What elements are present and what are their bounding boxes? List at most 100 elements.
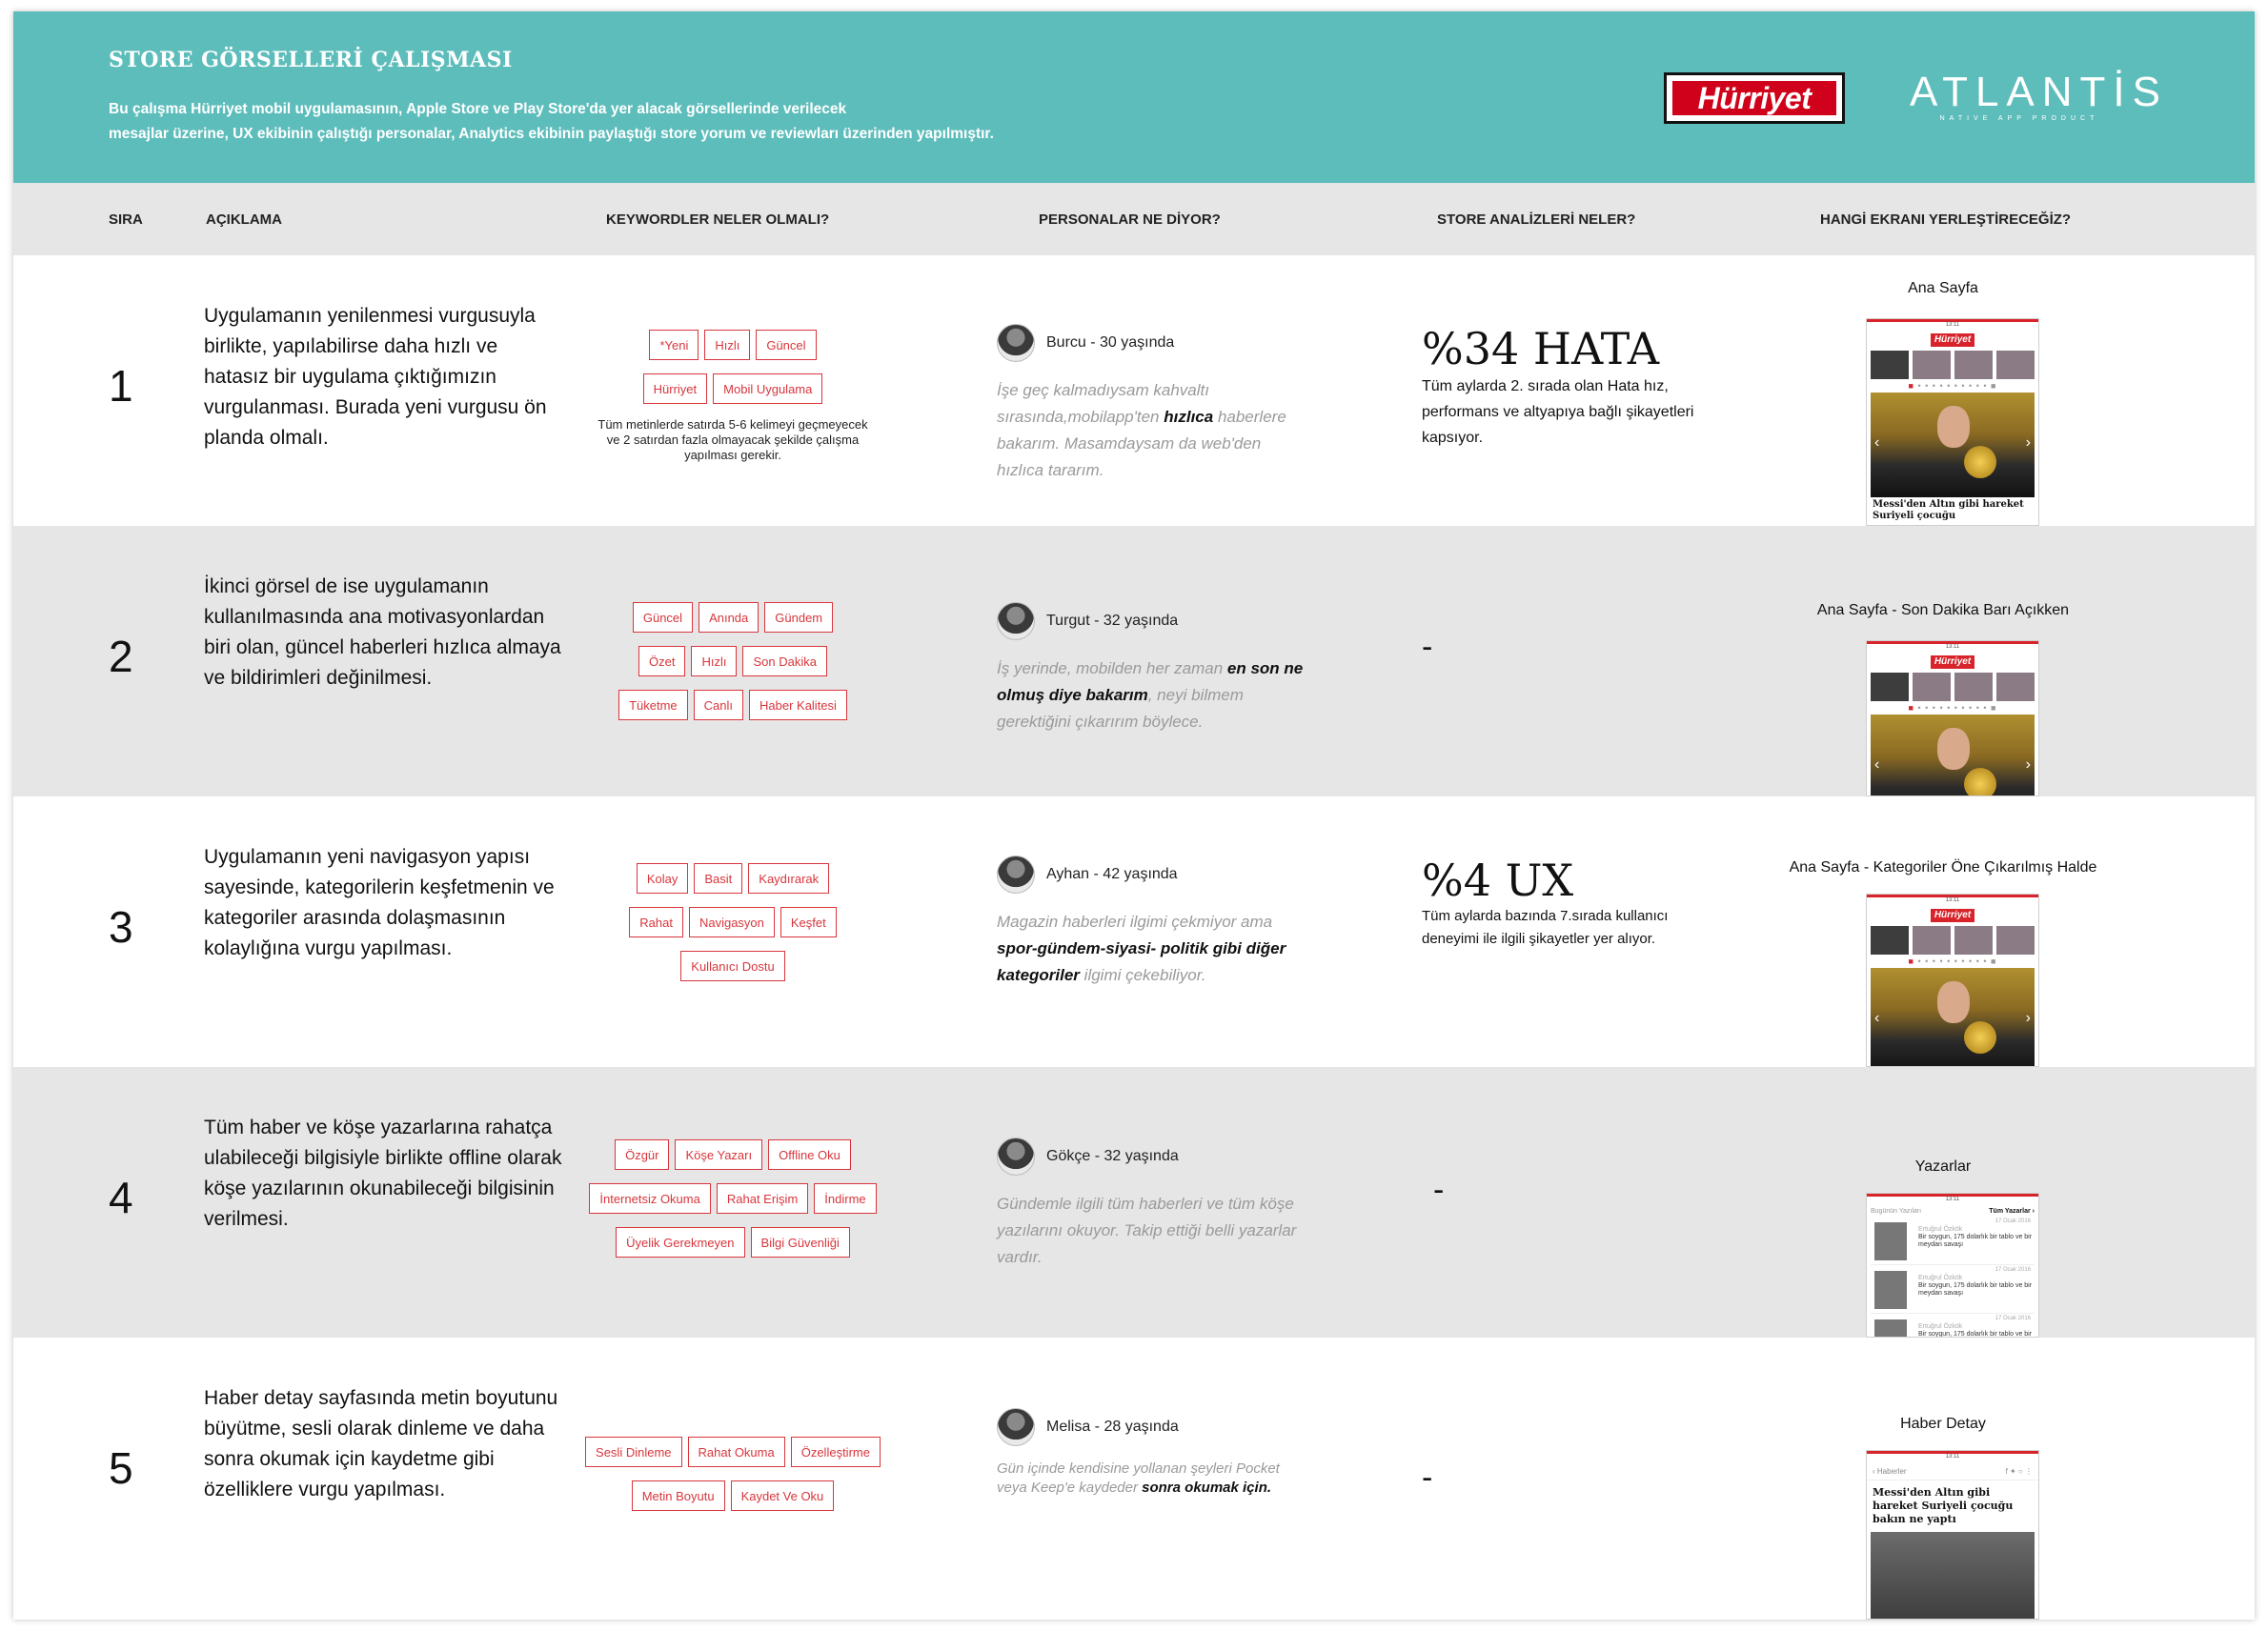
store-analysis: %4 UX Tüm aylarda bazında 7.sırada kulla… (1422, 856, 1708, 951)
keyword-tag: Hürriyet (642, 373, 708, 404)
atlantis-logo-text: ATLANTİS (1910, 69, 2169, 115)
keyword-tags: Güncel Anında Gündem Özet Hızlı Son Dakika T… (557, 602, 909, 734)
study-sheet: STORE GÖRSELLERİ ÇALIŞMASI Bu çalışma Hü… (13, 11, 2255, 1620)
persona-quote: İşe geç kalmadıysam kahvaltı sırasında,m… (997, 381, 1286, 479)
keyword-tag: Güncel (632, 602, 694, 633)
page-title: STORE GÖRSELLERİ ÇALIŞMASI (109, 48, 513, 72)
keyword-tag: Köşe Yazarı (675, 1139, 763, 1170)
row-description: İkinci görsel de ise uygulamanın kullanı… (204, 575, 561, 689)
screen-mockup: 13:11 Hürriyet ■ • • • • • • • • • • ■ ‹… (1866, 318, 2039, 526)
row-number: 1 (109, 361, 133, 411)
screen-title: Haber Detay (1900, 1416, 1986, 1432)
col-personas: PERSONALAR NE DİYOR? (1039, 211, 1221, 228)
row-description: Uygulamanın yeni navigasyon yapısı sayes… (204, 846, 555, 959)
hurriyet-logo-text: Hürriyet (1672, 81, 1836, 115)
analysis-stat: %4 UX (1422, 855, 1574, 906)
table-row: 1 Uygulamanın yenilenmesi vurgusuyla bir… (13, 255, 2255, 526)
row-number: 4 (109, 1173, 133, 1222)
mockup-detail-image (1871, 1532, 2035, 1619)
keyword-tag: Güncel (756, 330, 817, 360)
analysis-text: Tüm aylarda bazında 7.sırada kullanıcı d… (1422, 908, 1669, 947)
keyword-tag: İnternetsiz Okuma (589, 1183, 711, 1214)
persona-quote: Gün içinde kendisine yollanan şeyleri Po… (997, 1460, 1280, 1496)
table-row: 3 Uygulamanın yeni navigasyon yapısı say… (13, 796, 2255, 1067)
col-screen: HANGİ EKRANI YERLEŞTİRECEĞİZ? (1820, 211, 2072, 228)
screen-mockup-detail: 13:11 ‹ Haberler f ✦ ○ ⋮ Messi'den Altın … (1866, 1450, 2039, 1620)
persona-avatar (997, 1138, 1035, 1176)
mockup-hero-image: ‹ › (1871, 715, 2035, 795)
keyword-tag: Offline Oku (768, 1139, 851, 1170)
mockup-hero-image: ‹ › (1871, 393, 2035, 497)
store-analysis: - (1422, 629, 1708, 666)
screen-mockup-writers: 13:11 Bugünün Yazıları Tüm Yazarlar › 17 … (1866, 1193, 2039, 1338)
analysis-empty: - (1433, 1172, 1445, 1208)
persona-name: Burcu - 30 yaşında (1046, 334, 1175, 351)
persona-avatar (997, 324, 1035, 362)
keyword-tag: Haber Kalitesi (749, 690, 847, 720)
persona-block: Melisa - 28 yaşında Gün içinde kendisine… (997, 1408, 1311, 1498)
keyword-tag: Özgür (615, 1139, 670, 1170)
keyword-tag: Hızlı (691, 646, 738, 676)
page-description: Bu çalışma Hürriyet mobil uygulamasının,… (109, 97, 1157, 147)
keyword-tags: Özgür Köşe Yazarı Offline Oku İnternetsiz … (557, 1139, 909, 1271)
keyword-tag: İndirme (814, 1183, 877, 1214)
atlantis-logo: ATLANTİS NATIVE APP PRODUCT (1910, 69, 2169, 128)
keyword-tag: Navigasyon (688, 907, 775, 937)
keyword-tag: Rahat (629, 907, 683, 937)
keyword-tag: Bilgi Güvenliği (750, 1227, 850, 1258)
persona-name: Gökçe - 32 yaşında (1046, 1148, 1179, 1164)
mockup-brand: Hürriyet (1931, 655, 1974, 669)
keyword-tag: Hızlı (704, 330, 751, 360)
keyword-tag: Rahat Erişim (716, 1183, 809, 1214)
keyword-note: Tüm metinlerde satırda 5-6 kelimeyi geçm… (597, 417, 868, 462)
keyword-tag: Üyelik Gerekmeyen (616, 1227, 745, 1258)
mockup-brand: Hürriyet (1931, 909, 1974, 922)
screen-title: Ana Sayfa (1908, 280, 1978, 296)
keyword-tags: Kolay Basit Kaydırarak Rahat Navigasyon Keşf… (557, 863, 909, 995)
mockup-brand: Hürriyet (1931, 333, 1974, 347)
screen-mockup: 13:11 Hürriyet ■ • • • • • • • • • • ■ ‹… (1866, 640, 2039, 796)
keyword-tag: Kolay (636, 863, 689, 894)
keyword-tag: Kaydırarak (748, 863, 830, 894)
persona-name: Ayhan - 42 yaşında (1046, 866, 1178, 882)
mockup-hero-image: ‹ › (1871, 968, 2035, 1066)
keyword-tag: Kaydet Ve Oku (730, 1480, 835, 1511)
mockup-writer-tabs: Bugünün Yazıları Tüm Yazarlar › (1871, 1208, 2035, 1215)
persona-name: Turgut - 32 yaşında (1046, 613, 1179, 629)
keyword-tag: Gündem (764, 602, 834, 633)
row-description: Uygulamanın yenilenmesi vurgusuyla birli… (204, 305, 547, 449)
store-analysis: %34 HATA Tüm aylarda 2. sırada olan Hata… (1422, 324, 1708, 451)
screen-title: Yazarlar (1914, 1158, 1972, 1175)
keyword-tag: Özet (638, 646, 686, 676)
persona-avatar (997, 856, 1035, 894)
mockup-writer-item: 17 Ocak 2016 Ertuğrul Özkök Bir soygun, 17… (1871, 1265, 2035, 1314)
persona-avatar (997, 602, 1035, 640)
screen-title: Ana Sayfa - Kategoriler Öne Çıkarılmış H… (1789, 859, 2097, 876)
mockup-writer-item: 17 Ocak 2016 Ertuğrul Özkök Bir soygun, 17… (1871, 1314, 2035, 1337)
analysis-text: Tüm aylarda 2. sırada olan Hata hız, per… (1422, 378, 1694, 446)
mockup-detail-toolbar: ‹ Haberler f ✦ ○ ⋮ (1867, 1463, 2038, 1480)
analysis-empty: - (1422, 629, 1433, 665)
table-row: 4 Tüm haber ve köşe yazarlarına rahatça … (13, 1067, 2255, 1338)
column-header-bar: SIRA AÇIKLAMA KEYWORDLER NELER OLMALI? P… (13, 183, 2255, 255)
store-analysis: - (1422, 1172, 1708, 1209)
row-description: Haber detay sayfasında metin boyutunu bü… (204, 1387, 558, 1500)
mockup-writer-item: 17 Ocak 2016 Ertuğrul Özkök Bir soygun, 17… (1871, 1217, 2035, 1265)
col-aciklama: AÇIKLAMA (206, 211, 282, 228)
row-number: 2 (109, 632, 133, 681)
keyword-tag: Canlı (693, 690, 743, 720)
mockup-hero-caption: Messi'den Altın gibi hareket Suriyeli ço… (1873, 499, 2024, 521)
mockup-detail-title: Messi'den Altın gibi hareket Suriyeli ço… (1873, 1486, 2014, 1525)
keyword-tag: Keşfet (780, 907, 837, 937)
keyword-tag: Anında (699, 602, 759, 633)
keyword-tag: Özelleştirme (790, 1437, 881, 1467)
row-description: Tüm haber ve köşe yazarlarına rahatça ul… (204, 1117, 562, 1230)
persona-name: Melisa - 28 yaşında (1046, 1419, 1179, 1435)
keyword-tag: Sesli Dinleme (585, 1437, 682, 1467)
persona-block: Burcu - 30 yaşında İşe geç kalmadıysam k… (997, 324, 1311, 484)
keyword-tags: Sesli Dinleme Rahat Okuma Özelleştirme Met… (557, 1437, 909, 1524)
persona-quote: Gündemle ilgili tüm haberleri ve tüm köş… (997, 1195, 1297, 1266)
col-sira: SIRA (109, 211, 143, 228)
mockup-categories (1867, 351, 2038, 379)
hurriyet-logo: Hürriyet (1664, 72, 1845, 124)
